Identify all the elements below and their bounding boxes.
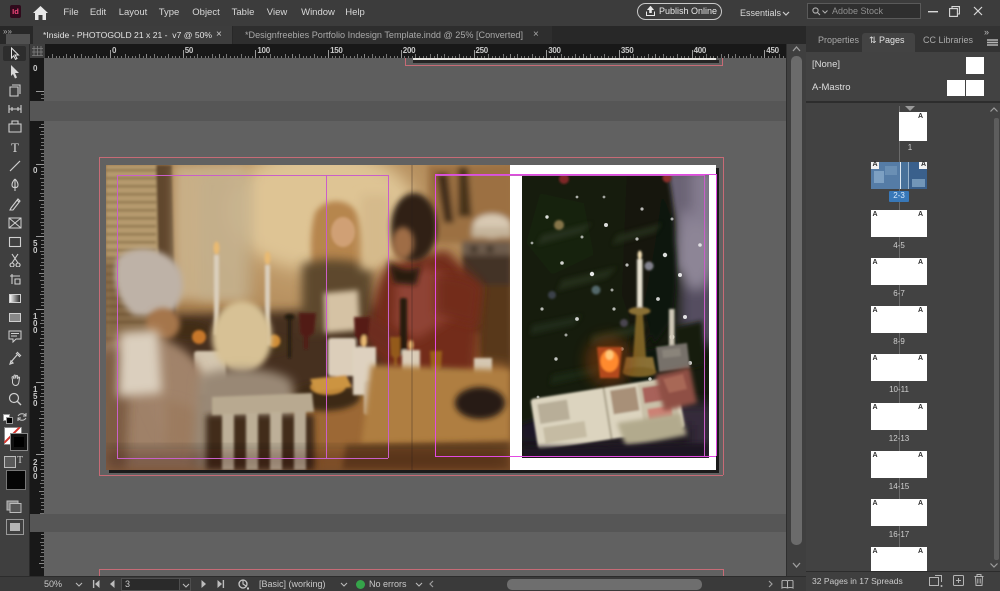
- svg-text:T: T: [11, 140, 19, 154]
